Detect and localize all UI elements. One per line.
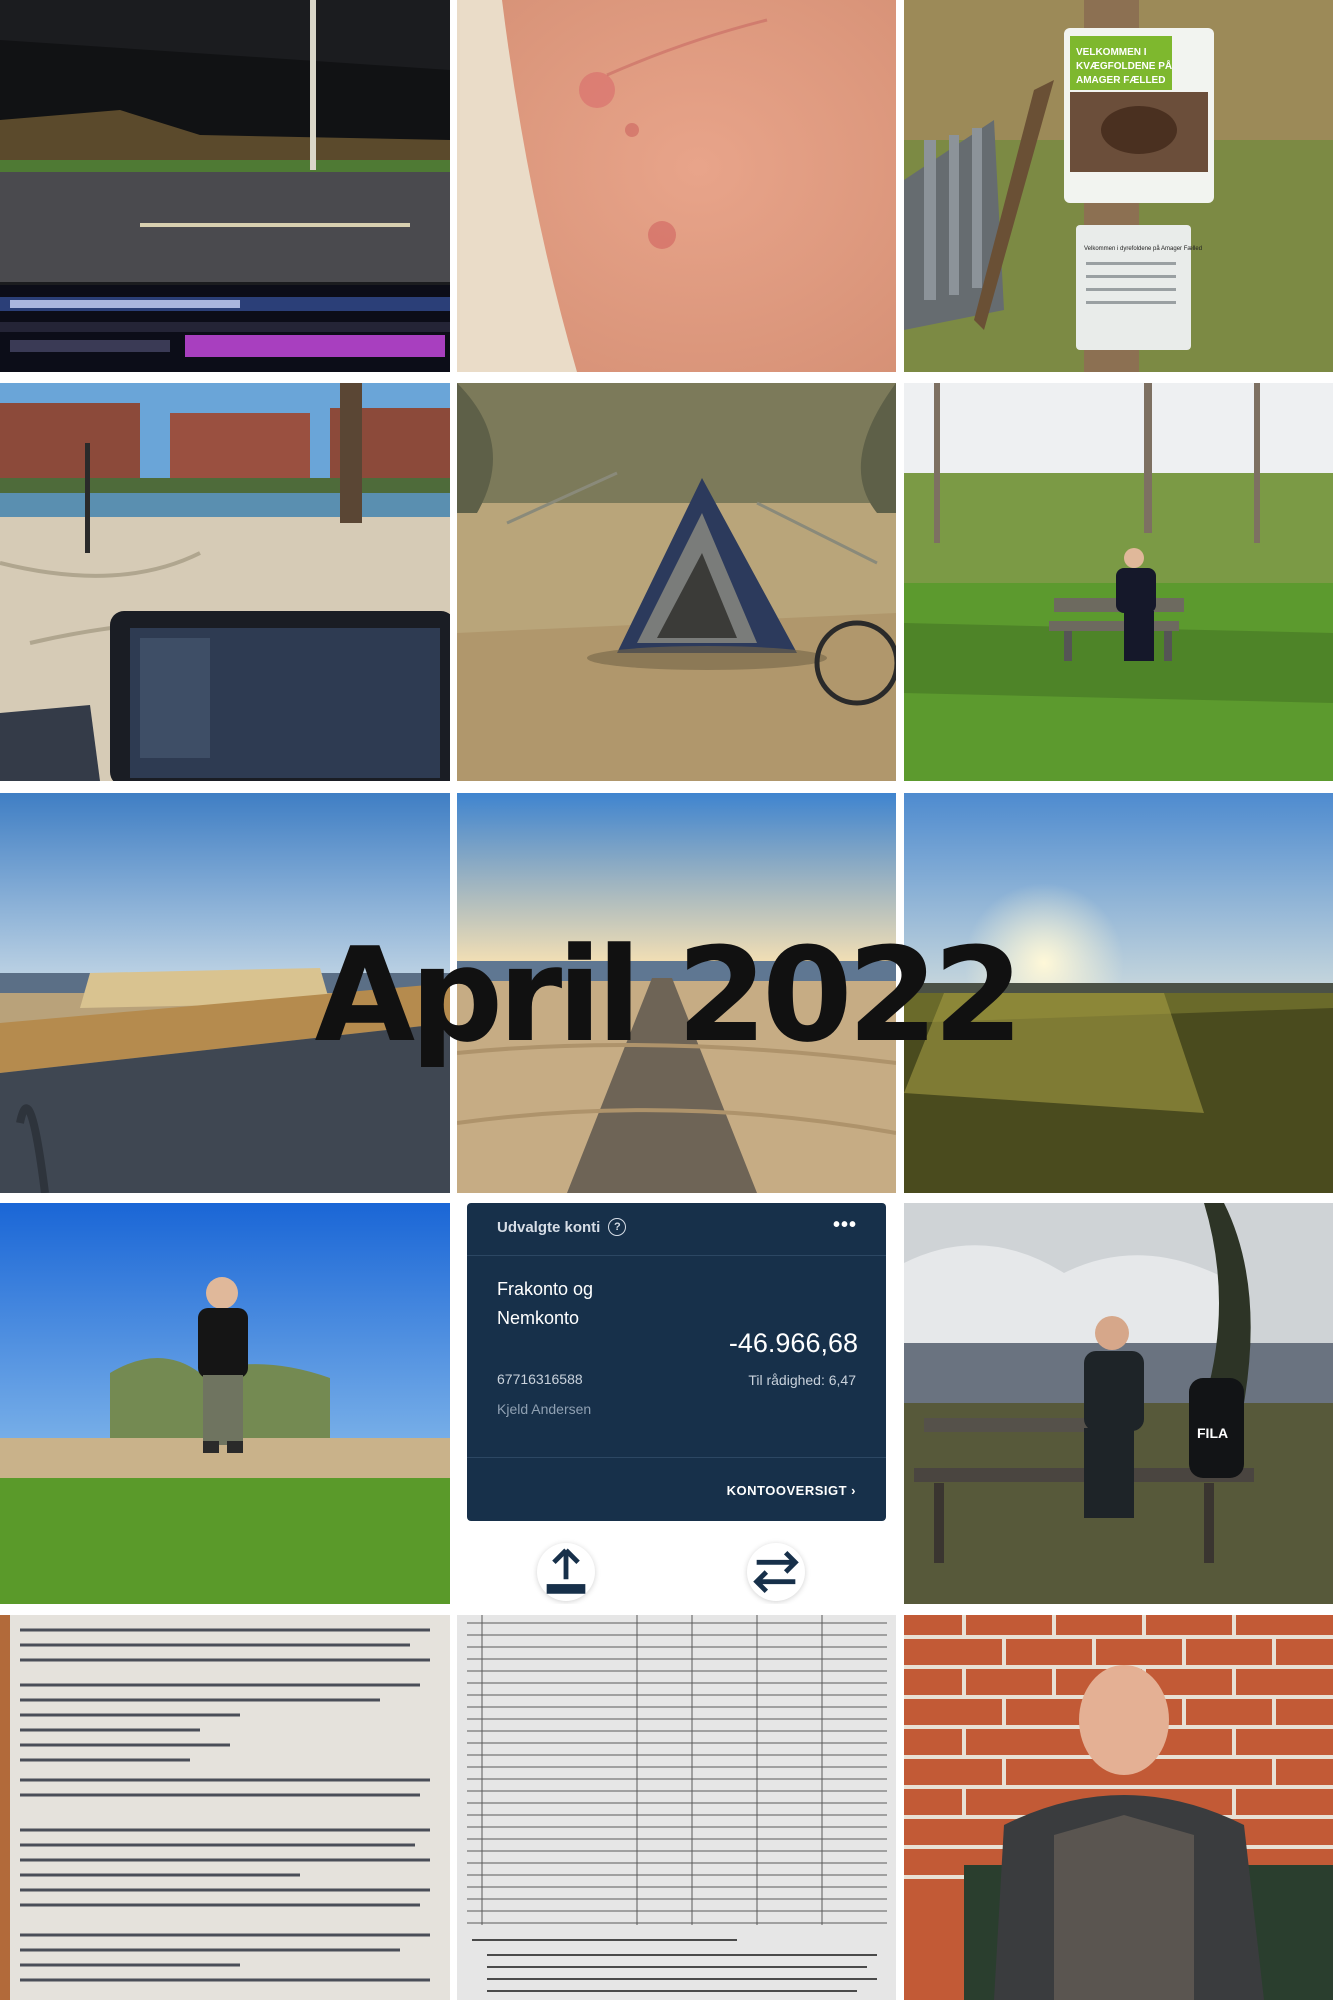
man-at-picnic-table-photo: FILA	[904, 1203, 1333, 1604]
upload-button[interactable]	[537, 1543, 595, 1601]
account-balance: -46.966,68	[728, 1328, 858, 1358]
sign-line-3: AMAGER FÆLLED	[1076, 75, 1165, 86]
sign-small-text: Velkommen i dyrefoldene på Amager Fælled	[1084, 245, 1202, 252]
skin-rash-photo	[457, 0, 896, 372]
card-header-title: Udvalgte konti	[497, 1218, 601, 1236]
account-number: 67716316588	[497, 1371, 583, 1387]
help-icon[interactable]: ?	[608, 1218, 627, 1236]
card-header: Udvalgte konti ? •••	[497, 1215, 877, 1239]
transfer-icon	[753, 1550, 799, 1594]
available-amount: Til rådighed: 6,47	[748, 1372, 856, 1388]
divider	[467, 1255, 886, 1256]
bank-account-screenshot: Udvalgte konti ? ••• Frakonto og Nemkont…	[457, 1203, 896, 1604]
more-options-icon[interactable]: •••	[833, 1215, 857, 1235]
backpack-brand-text: FILA	[1197, 1425, 1228, 1441]
tent-in-grass-photo	[457, 383, 896, 781]
sign-line-1: VELKOMMEN I	[1076, 47, 1147, 58]
transfer-button[interactable]	[747, 1543, 805, 1601]
collage-title: April 2022	[314, 919, 1024, 1071]
legal-document-photo	[0, 1615, 450, 2000]
man-by-brick-wall-photo	[904, 1615, 1333, 2000]
sign-line-2: KVÆGFOLDENE PÅ	[1076, 59, 1172, 72]
form-document-photo	[457, 1615, 896, 2000]
divider	[467, 1457, 886, 1458]
upload-icon	[546, 1548, 586, 1594]
man-on-bench-woods-photo	[904, 383, 1333, 781]
park-laptop-photo	[0, 383, 450, 781]
account-owner: Kjeld Andersen	[497, 1401, 592, 1417]
account-name: Frakonto og Nemkonto	[497, 1279, 594, 1328]
night-road-laptop-photo	[0, 0, 450, 372]
cattle-sign-fence-photo: VELKOMMEN I KVÆGFOLDENE PÅ AMAGER FÆLLED…	[904, 0, 1333, 372]
man-standing-meadow-photo	[0, 1203, 450, 1604]
account-overview-link[interactable]: KONTOOVERSIGT ›	[727, 1483, 856, 1498]
account-card: Udvalgte konti ? ••• Frakonto og Nemkont…	[467, 1203, 886, 1521]
